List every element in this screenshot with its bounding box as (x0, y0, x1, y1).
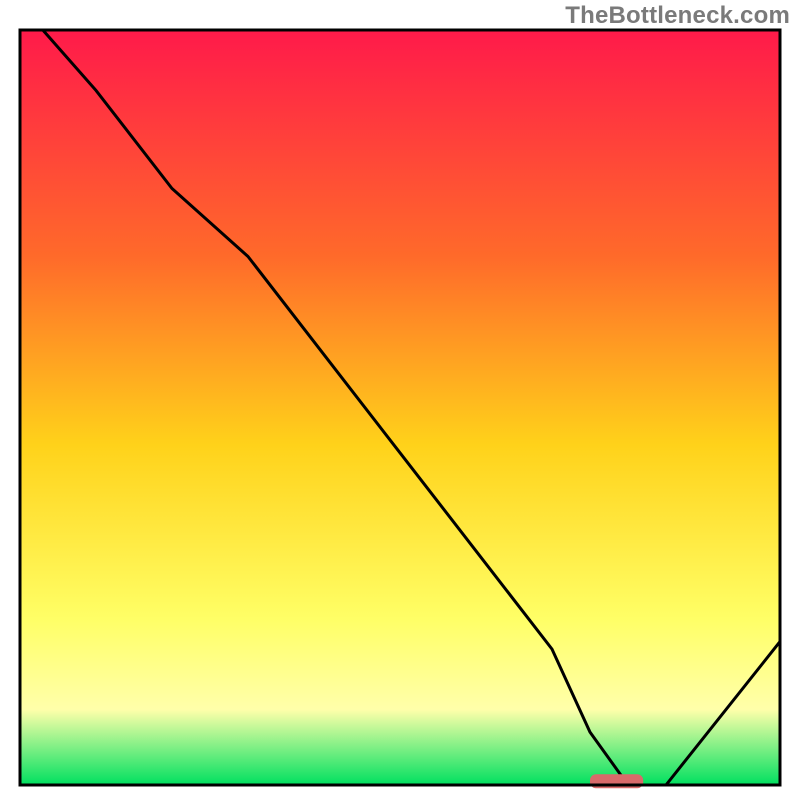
chart-container: TheBottleneck.com (0, 0, 800, 800)
bottleneck-chart (0, 0, 800, 800)
watermark-text: TheBottleneck.com (565, 2, 790, 30)
plot-background (20, 30, 780, 785)
